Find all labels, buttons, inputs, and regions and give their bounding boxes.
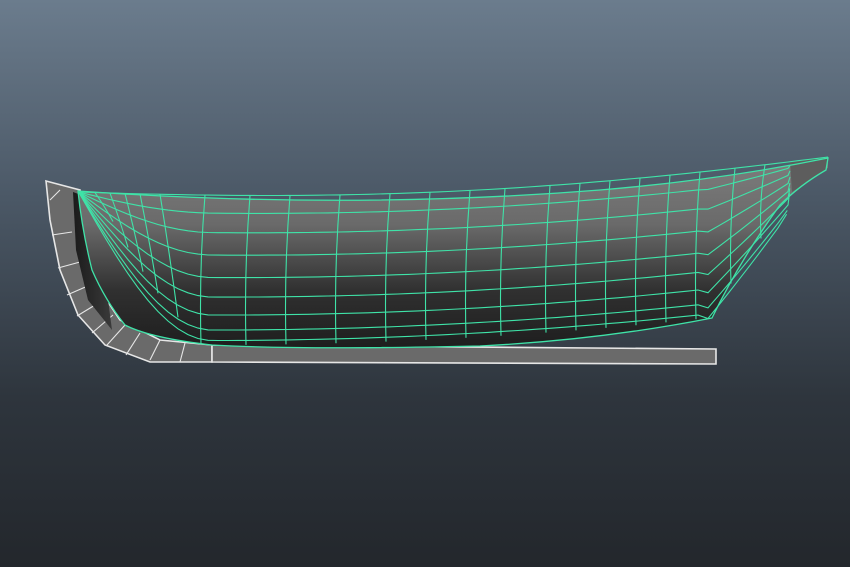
3d-viewport[interactable] [0,0,850,567]
scene-canvas[interactable] [0,0,850,567]
